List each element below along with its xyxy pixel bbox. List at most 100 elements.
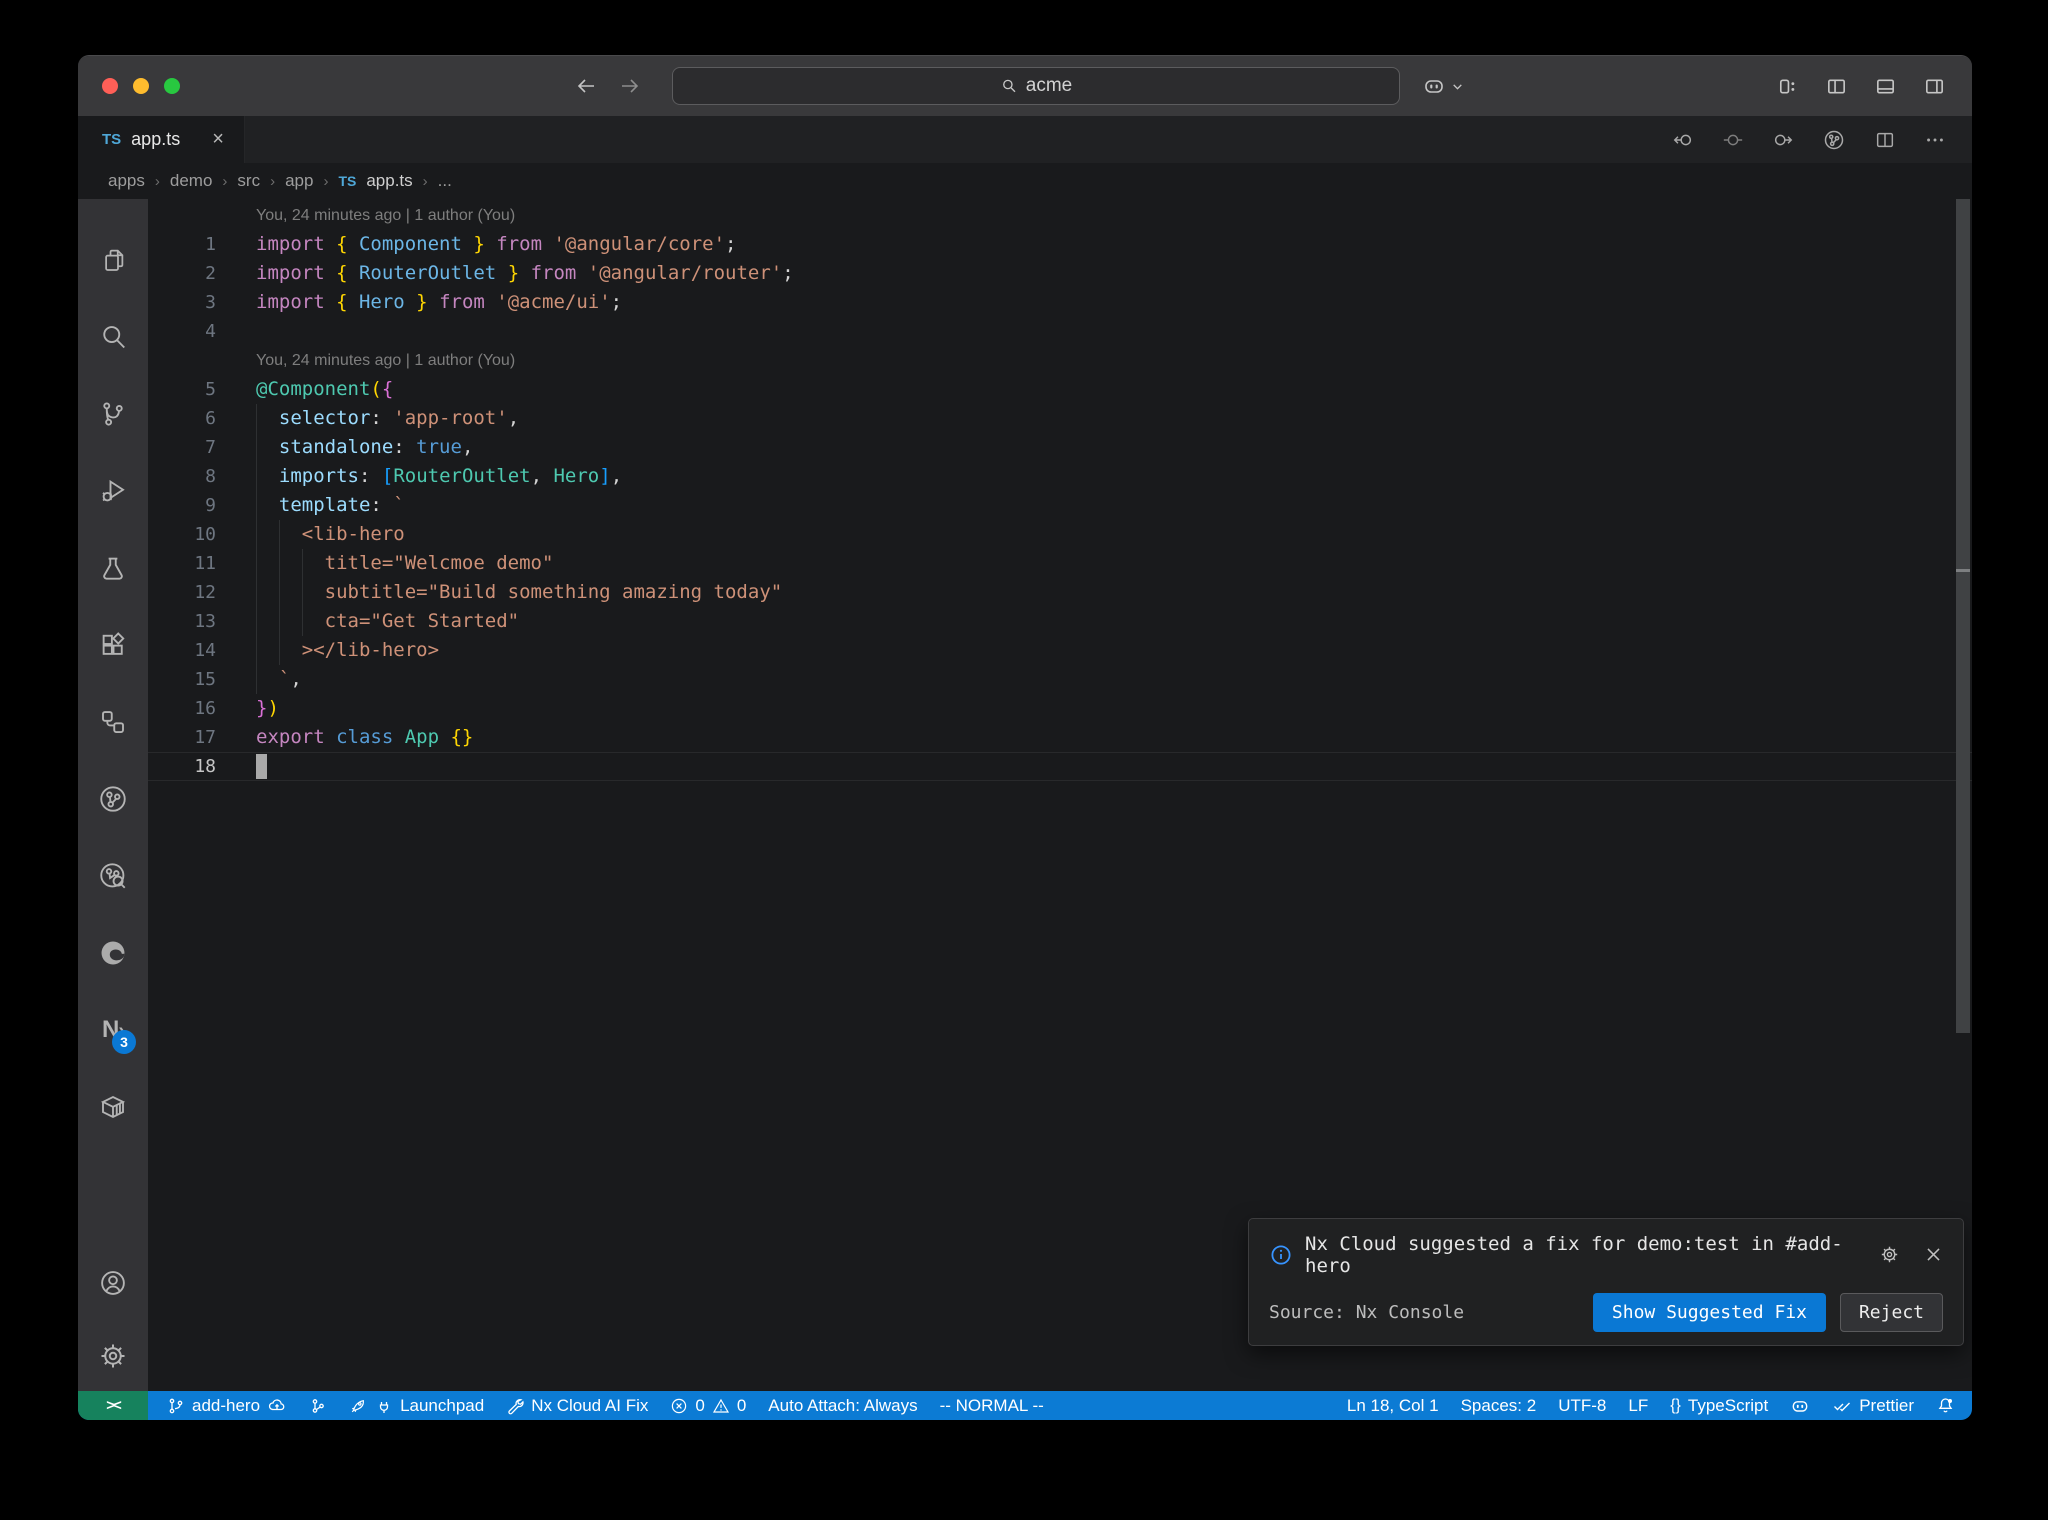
search-sidebar-icon[interactable] [78, 298, 148, 375]
copilot-menu[interactable] [1422, 74, 1464, 98]
breadcrumb: apps › demo › src › app › TS app.ts ›... [78, 163, 1972, 199]
problems-item[interactable]: 0 0 [659, 1391, 757, 1420]
code-editor[interactable]: You, 24 minutes ago | 1 author (You) 1 imp… [148, 199, 1972, 1391]
navigate-back-icon[interactable] [574, 74, 598, 98]
breadcrumb-file[interactable]: app.ts [366, 171, 412, 191]
status-bar: >< add-hero Launchpad Nx Cloud AI Fix 0 … [78, 1391, 1972, 1420]
nx-cloud-fix-item[interactable]: Nx Cloud AI Fix [495, 1391, 659, 1420]
annotations-toggle-icon[interactable] [1722, 129, 1744, 151]
project-graph-icon[interactable] [78, 683, 148, 760]
cursor-position-item[interactable]: Ln 18, Col 1 [1336, 1391, 1450, 1420]
code-line[interactable]: 13 cta="Get Started" [148, 607, 1972, 636]
indent-guide [256, 433, 257, 462]
line-number: 18 [194, 756, 216, 777]
indent-guide [278, 636, 280, 665]
more-actions-icon[interactable] [1924, 129, 1946, 151]
copilot-status-icon [1790, 1396, 1810, 1416]
breadcrumb-tail[interactable]: ... [438, 171, 452, 191]
git-graph-icon[interactable] [78, 760, 148, 837]
source-control-icon[interactable] [78, 375, 148, 452]
window-controls [102, 78, 180, 94]
edge-tools-icon[interactable] [78, 914, 148, 991]
chevron-down-icon [1451, 80, 1464, 93]
encoding-item[interactable]: UTF-8 [1547, 1391, 1617, 1420]
launchpad-item[interactable]: Launchpad [338, 1391, 495, 1420]
indentation-item[interactable]: Spaces: 2 [1450, 1391, 1548, 1420]
code-line[interactable]: 11 title="Welcmoe demo" [148, 549, 1972, 578]
split-editor-icon[interactable] [1874, 129, 1896, 151]
prettier-item[interactable]: Prettier [1821, 1391, 1925, 1420]
notification-close-icon[interactable] [1924, 1245, 1943, 1264]
toggle-secondary-sidebar-icon[interactable] [1923, 75, 1946, 98]
copilot-icon [1422, 74, 1446, 98]
git-search-icon[interactable] [78, 837, 148, 914]
blame-annotation[interactable]: You, 24 minutes ago | 1 author (You) [148, 201, 1972, 230]
line-number: 8 [205, 466, 216, 487]
previous-change-icon[interactable] [1672, 129, 1694, 151]
customize-layout-icon[interactable] [1776, 75, 1799, 98]
testing-icon[interactable] [78, 529, 148, 606]
toggle-primary-sidebar-icon[interactable] [1825, 75, 1848, 98]
code-line[interactable]: 17 export class App {} [148, 723, 1972, 752]
notification-settings-icon[interactable] [1879, 1244, 1900, 1265]
close-window-button[interactable] [102, 78, 118, 94]
breadcrumb-item[interactable]: apps [108, 171, 145, 191]
show-suggested-fix-button[interactable]: Show Suggested Fix [1592, 1292, 1826, 1332]
code-line[interactable]: 9 template: ` [148, 491, 1972, 520]
code-line[interactable]: 5 @Component({ [148, 375, 1972, 404]
breadcrumb-item[interactable]: app [285, 171, 313, 191]
warning-icon [712, 1397, 730, 1415]
code-line[interactable]: 2 import { RouterOutlet } from '@angular/… [148, 259, 1972, 288]
vim-mode-item[interactable]: -- NORMAL -- [929, 1391, 1055, 1420]
code-line[interactable]: 18 [148, 752, 1972, 781]
code-line[interactable]: 16}) [148, 694, 1972, 723]
explorer-icon[interactable] [78, 221, 148, 298]
next-change-icon[interactable] [1772, 129, 1794, 151]
remote-indicator[interactable]: >< [78, 1391, 148, 1420]
code-line[interactable]: 8 imports: [RouterOutlet, Hero], [148, 462, 1972, 491]
run-debug-icon[interactable] [78, 452, 148, 529]
settings-gear-icon[interactable] [78, 1321, 148, 1391]
code-line[interactable]: 14 ></lib-hero> [148, 636, 1972, 665]
navigate-forward-icon[interactable] [618, 74, 642, 98]
minimize-window-button[interactable] [133, 78, 149, 94]
line-number: 4 [205, 321, 216, 342]
info-icon [1269, 1243, 1293, 1267]
git-branch-item[interactable]: add-hero [156, 1391, 298, 1420]
indent-guide [256, 462, 257, 491]
line-number: 3 [205, 292, 216, 313]
breadcrumb-item[interactable]: src [237, 171, 260, 191]
typescript-file-icon: TS [102, 131, 122, 148]
code-line[interactable]: 6 selector: 'app-root', [148, 404, 1972, 433]
eol-item[interactable]: LF [1617, 1391, 1659, 1420]
nx-console-icon[interactable]: N› 3 [78, 991, 148, 1068]
indent-guide [256, 636, 257, 665]
code-line[interactable]: 3 import { Hero } from '@acme/ui'; [148, 288, 1972, 317]
command-center-search[interactable]: acme [672, 67, 1400, 105]
accounts-icon[interactable] [78, 1244, 148, 1321]
reject-button[interactable]: Reject [1839, 1292, 1943, 1332]
copilot-status-item[interactable] [1779, 1391, 1821, 1420]
code-line[interactable]: 10 <lib-hero [148, 520, 1972, 549]
line-number: 15 [194, 669, 216, 690]
blame-annotation[interactable]: You, 24 minutes ago | 1 author (You) [148, 346, 1972, 375]
indent-guide [301, 607, 303, 636]
language-mode-item[interactable]: {} TypeScript [1659, 1391, 1779, 1420]
code-line[interactable]: 4 [148, 317, 1972, 346]
code-line[interactable]: 7 standalone: true, [148, 433, 1972, 462]
tab-app-ts[interactable]: TS app.ts × [78, 116, 245, 163]
zoom-window-button[interactable] [164, 78, 180, 94]
containers-icon[interactable] [78, 1068, 148, 1145]
code-line[interactable]: 12 subtitle="Build something amazing tod… [148, 578, 1972, 607]
close-tab-icon[interactable]: × [212, 128, 224, 151]
notifications-bell-item[interactable] [1925, 1391, 1966, 1420]
editor-scrollbar[interactable] [1956, 199, 1970, 1033]
code-line[interactable]: 1 import { Component } from '@angular/cor… [148, 230, 1972, 259]
toggle-panel-icon[interactable] [1874, 75, 1897, 98]
breadcrumb-item[interactable]: demo [170, 171, 213, 191]
extensions-icon[interactable] [78, 606, 148, 683]
code-line[interactable]: 15 `, [148, 665, 1972, 694]
open-changes-icon[interactable] [1822, 128, 1846, 152]
auto-attach-item[interactable]: Auto Attach: Always [757, 1391, 928, 1420]
git-graph-status-item[interactable] [298, 1391, 338, 1420]
